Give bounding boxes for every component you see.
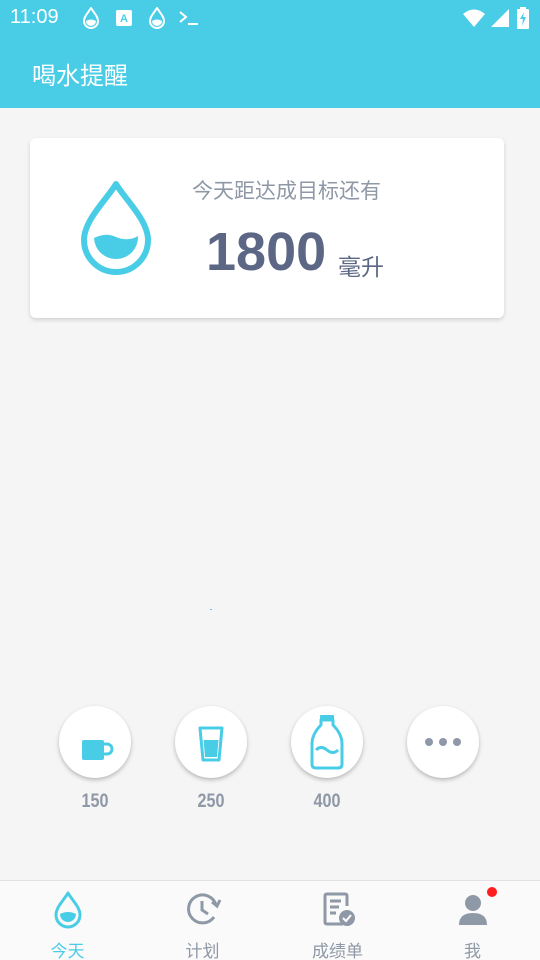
status-bar: 11:09 A (0, 0, 540, 36)
nav-plan-label: 计划 (185, 942, 220, 960)
goal-remaining-amount: 1800 (206, 222, 327, 282)
app-bar: 喝水提醒 (0, 36, 540, 108)
add-150-label: 150 (81, 791, 109, 812)
status-time: 11:09 (10, 6, 59, 28)
bottle-icon (310, 715, 344, 770)
water-drop-icon (82, 7, 100, 29)
progress-indicator (210, 609, 212, 610)
nav-plan[interactable]: 计划 (135, 881, 270, 960)
signal-icon (491, 9, 509, 27)
goal-card: 今天距达成目标还有 1800 毫升 (30, 138, 504, 318)
battery-icon (517, 7, 529, 29)
nav-report[interactable]: 成绩单 (270, 881, 405, 960)
wifi-icon (463, 9, 485, 27)
cup-icon (82, 740, 114, 760)
nav-me-label: 我 (464, 942, 481, 960)
nav-report-label: 成绩单 (312, 942, 363, 960)
add-250-label: 250 (197, 791, 225, 812)
app-icon: A (116, 10, 132, 26)
water-drop-icon (148, 7, 166, 29)
nav-today-label: 今天 (50, 942, 85, 960)
add-250-button[interactable] (175, 706, 247, 778)
report-icon (323, 892, 355, 926)
nav-me[interactable]: 我 (405, 881, 540, 960)
more-options-button[interactable] (407, 706, 479, 778)
add-150-button[interactable] (59, 706, 131, 778)
goal-remaining-label: 今天距达成目标还有 (192, 179, 381, 203)
add-400-label: 400 (313, 791, 341, 812)
svg-text:A: A (120, 13, 128, 25)
notification-dot (487, 887, 497, 897)
water-drop-icon (81, 181, 151, 275)
clock-icon (187, 893, 222, 925)
bottom-nav: 今天 计划 成绩单 我 (0, 880, 540, 960)
water-drop-icon (54, 891, 82, 929)
terminal-icon (179, 11, 198, 25)
app-title: 喝水提醒 (32, 62, 128, 90)
more-icon (425, 738, 461, 746)
goal-unit: 毫升 (338, 255, 384, 281)
nav-today[interactable]: 今天 (0, 881, 135, 960)
glass-icon (198, 726, 224, 762)
add-400-button[interactable] (291, 706, 363, 778)
